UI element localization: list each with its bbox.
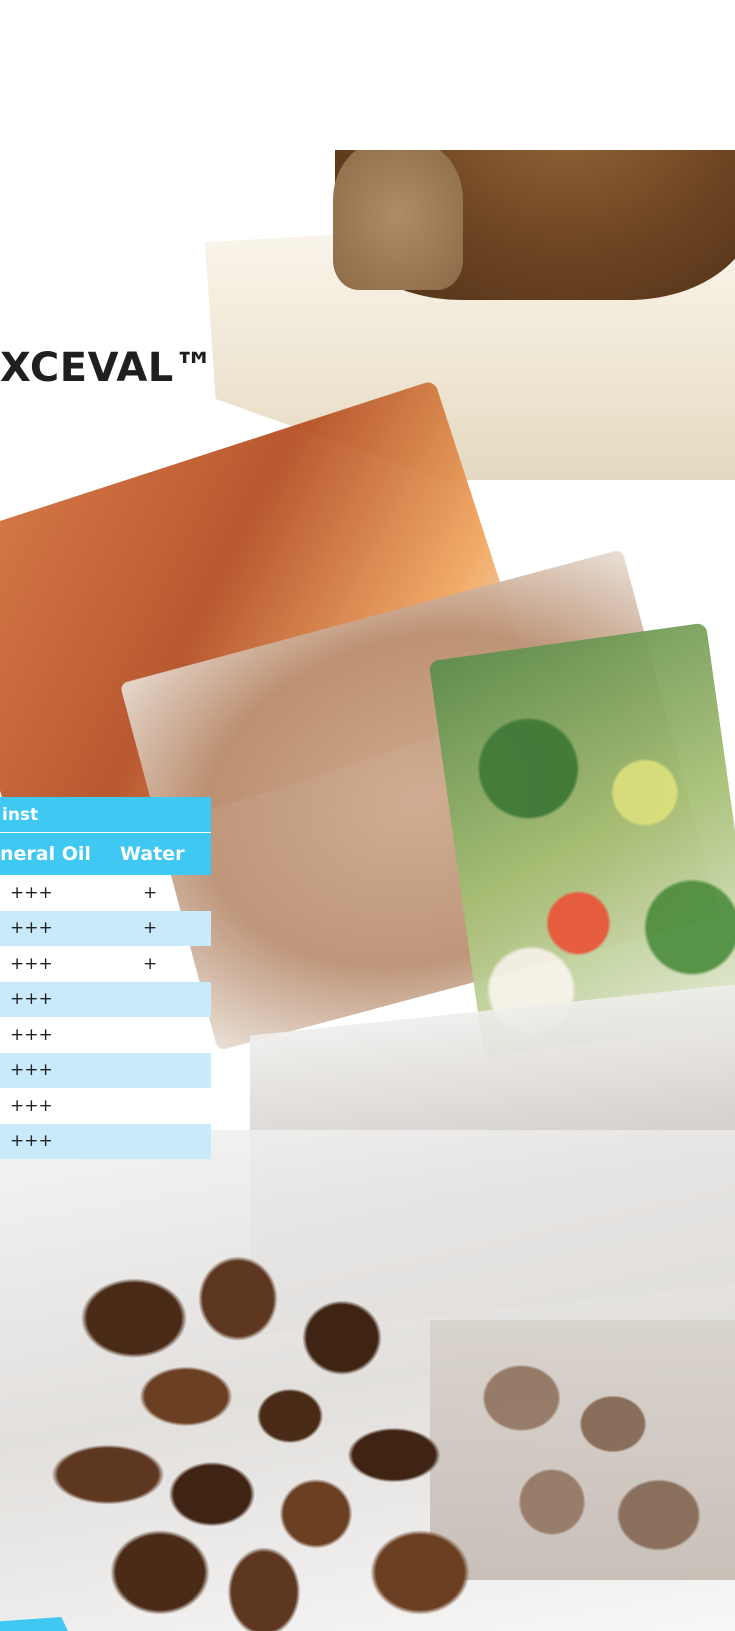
page-title: XCEVAL™ xyxy=(0,345,215,391)
water-cell xyxy=(112,1017,211,1053)
mineral-oil-cell: +++ xyxy=(10,953,53,974)
table-row: +++ xyxy=(0,1017,211,1053)
mineral-oil-cell: +++ xyxy=(10,882,53,903)
water-cell xyxy=(112,1123,211,1159)
table-row: +++ xyxy=(0,981,211,1017)
mineral-oil-cell: +++ xyxy=(10,1095,53,1116)
table-row: +++ + xyxy=(0,946,211,982)
table-row: +++ + xyxy=(0,875,211,911)
water-cell: + xyxy=(112,910,211,946)
table-row: +++ xyxy=(0,1088,211,1124)
column-header-water: Water xyxy=(112,832,211,875)
mineral-oil-cell: +++ xyxy=(0,1052,112,1088)
mineral-oil-cell: +++ xyxy=(0,1123,112,1159)
table-row: +++ xyxy=(0,1052,211,1088)
water-cell xyxy=(112,981,211,1017)
bread-slice xyxy=(333,150,463,290)
water-cell xyxy=(112,1052,211,1088)
resistance-table: inst neral Oil Water +++ + +++ + +++ + +… xyxy=(0,797,211,1159)
table-row: +++ + xyxy=(0,910,211,946)
water-cell: + xyxy=(143,882,158,903)
table-row: +++ xyxy=(0,1123,211,1159)
water-cell xyxy=(112,1088,211,1124)
mineral-oil-cell: +++ xyxy=(0,910,112,946)
mineral-oil-cell: +++ xyxy=(0,981,112,1017)
water-cell: + xyxy=(143,953,158,974)
coffee-beans-photo xyxy=(30,1240,550,1631)
mineral-oil-cell: +++ xyxy=(10,1024,53,1045)
column-header-mineral-oil: neral Oil xyxy=(0,832,112,875)
table-group-header: inst xyxy=(0,797,211,833)
